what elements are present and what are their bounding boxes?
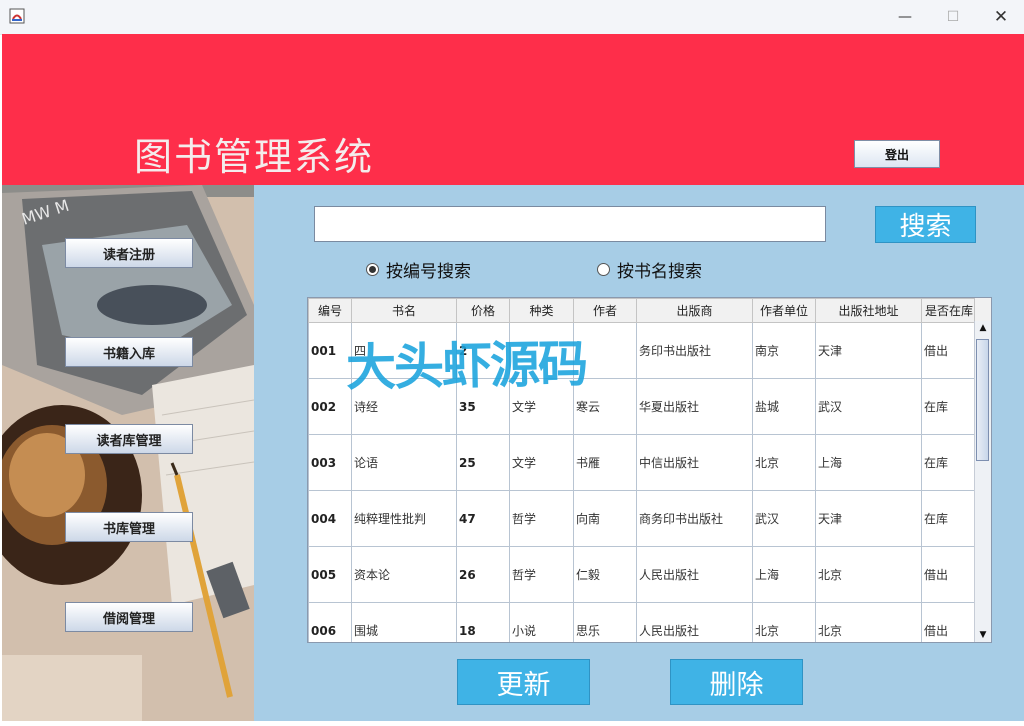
cell-id[interactable]: 003: [308, 434, 352, 491]
cell-publisher-address[interactable]: 武汉: [815, 378, 922, 435]
column-header[interactable]: 种类: [509, 298, 574, 323]
cell-publisher[interactable]: 商务印书出版社: [636, 490, 753, 547]
column-header[interactable]: 是否在库: [921, 298, 977, 323]
cell-in-stock[interactable]: 借出: [921, 602, 977, 642]
cell-price[interactable]: 2: [456, 322, 510, 379]
cell-publisher[interactable]: 华夏出版社: [636, 378, 753, 435]
table-header-corner: [974, 298, 991, 321]
radio-label: 按书名搜索: [617, 262, 702, 282]
radio-search-by-id[interactable]: 按编号搜索: [366, 257, 471, 282]
cell-title[interactable]: 纯粹理性批判: [351, 490, 457, 547]
cell-publisher[interactable]: 中信出版社: [636, 434, 753, 491]
cell-title[interactable]: 四: [351, 322, 457, 379]
cell-in-stock[interactable]: 在库: [921, 378, 977, 435]
scrollbar-thumb[interactable]: [976, 339, 989, 461]
cell-publisher-address[interactable]: 天津: [815, 322, 922, 379]
cell-id[interactable]: 004: [308, 490, 352, 547]
column-header[interactable]: 作者单位: [752, 298, 816, 323]
cell-price[interactable]: 18: [456, 602, 510, 642]
close-button[interactable]: ✕: [978, 0, 1024, 34]
cell-publisher-address[interactable]: 上海: [815, 434, 922, 491]
cell-category[interactable]: 哲学: [509, 490, 574, 547]
cell-title[interactable]: 诗经: [351, 378, 457, 435]
cell-title[interactable]: 资本论: [351, 546, 457, 603]
cell-publisher-address[interactable]: 北京: [815, 602, 922, 642]
cell-id[interactable]: 005: [308, 546, 352, 603]
minimize-button[interactable]: —: [882, 0, 928, 34]
cell-category[interactable]: 哲学: [509, 546, 574, 603]
sidebar-item-borrow-management[interactable]: 借阅管理: [65, 602, 193, 632]
radio-unselected-icon[interactable]: [597, 263, 610, 276]
update-button[interactable]: 更新: [457, 659, 590, 705]
cell-author-unit[interactable]: 上海: [752, 546, 816, 603]
cell-author[interactable]: 寒云: [573, 378, 637, 435]
cell-in-stock[interactable]: 借出: [921, 322, 977, 379]
books-table: 编号 书名 价格 种类 作者 出版商 作者单位 出版社地址 是否在库 001 四…: [307, 297, 992, 643]
cell-author-unit[interactable]: 北京: [752, 602, 816, 642]
cell-category[interactable]: 小说: [509, 602, 574, 642]
cell-author[interactable]: 书雁: [573, 434, 637, 491]
cell-publisher[interactable]: 人民出版社: [636, 546, 753, 603]
column-header[interactable]: 出版商: [636, 298, 753, 323]
app-title: 图书管理系统: [134, 135, 375, 179]
cell-author[interactable]: 向南: [573, 490, 637, 547]
table-row[interactable]: 001 四 2 务印书出版社 南京 天津 借出: [308, 322, 977, 379]
cell-category[interactable]: [509, 322, 574, 379]
cell-author-unit[interactable]: 南京: [752, 322, 816, 379]
table-row[interactable]: 004 纯粹理性批判 47 哲学 向南 商务印书出版社 武汉 天津 在库: [308, 490, 977, 547]
column-header[interactable]: 书名: [351, 298, 457, 323]
scroll-down-arrow-icon[interactable]: ▼: [975, 628, 991, 642]
cell-author[interactable]: 思乐: [573, 602, 637, 642]
table-row[interactable]: 003 论语 25 文学 书雁 中信出版社 北京 上海 在库: [308, 434, 977, 491]
cell-price[interactable]: 26: [456, 546, 510, 603]
column-header[interactable]: 编号: [308, 298, 352, 323]
cell-publisher-address[interactable]: 北京: [815, 546, 922, 603]
logout-button[interactable]: 登出: [854, 140, 940, 168]
cell-price[interactable]: 25: [456, 434, 510, 491]
column-header[interactable]: 作者: [573, 298, 637, 323]
cell-author-unit[interactable]: 盐城: [752, 378, 816, 435]
search-button[interactable]: 搜索: [875, 206, 976, 243]
cell-author-unit[interactable]: 北京: [752, 434, 816, 491]
cell-title[interactable]: 论语: [351, 434, 457, 491]
cell-category[interactable]: 文学: [509, 378, 574, 435]
table-row[interactable]: 002 诗经 35 文学 寒云 华夏出版社 盐城 武汉 在库: [308, 378, 977, 435]
cell-author[interactable]: [573, 322, 637, 379]
sidebar-item-book-stock-in[interactable]: 书籍入库: [65, 337, 193, 367]
cell-author-unit[interactable]: 武汉: [752, 490, 816, 547]
cell-price[interactable]: 47: [456, 490, 510, 547]
sidebar: MW M 读者注册 书籍入库 读者库管理 书库管理 借阅管理: [2, 185, 254, 721]
scroll-up-arrow-icon[interactable]: ▲: [975, 321, 991, 335]
radio-selected-icon[interactable]: [366, 263, 379, 276]
sidebar-item-reader-register[interactable]: 读者注册: [65, 238, 193, 268]
cell-author[interactable]: 仁毅: [573, 546, 637, 603]
table-row[interactable]: 005 资本论 26 哲学 仁毅 人民出版社 上海 北京 借出: [308, 546, 977, 603]
cell-price[interactable]: 35: [456, 378, 510, 435]
cell-in-stock[interactable]: 借出: [921, 546, 977, 603]
java-app-icon: [9, 8, 25, 24]
search-input[interactable]: [314, 206, 826, 242]
cell-in-stock[interactable]: 在库: [921, 490, 977, 547]
column-header[interactable]: 出版社地址: [815, 298, 922, 323]
cell-in-stock[interactable]: 在库: [921, 434, 977, 491]
sidebar-item-reader-management[interactable]: 读者库管理: [65, 424, 193, 454]
cell-id[interactable]: 001: [308, 322, 352, 379]
column-header[interactable]: 价格: [456, 298, 510, 323]
cell-publisher-address[interactable]: 天津: [815, 490, 922, 547]
cell-id[interactable]: 002: [308, 378, 352, 435]
delete-button[interactable]: 删除: [670, 659, 803, 705]
cell-category[interactable]: 文学: [509, 434, 574, 491]
table-header-row: 编号 书名 价格 种类 作者 出版商 作者单位 出版社地址 是否在库: [308, 298, 977, 323]
maximize-button[interactable]: ☐: [930, 0, 976, 34]
cell-title[interactable]: 围城: [351, 602, 457, 642]
window-titlebar: — ☐ ✕: [0, 0, 1024, 35]
table-scrollbar[interactable]: ▲ ▼: [974, 321, 991, 642]
table-row[interactable]: 006 围城 18 小说 思乐 人民出版社 北京 北京 借出: [308, 602, 977, 642]
cell-id[interactable]: 006: [308, 602, 352, 642]
cell-publisher[interactable]: 人民出版社: [636, 602, 753, 642]
sidebar-item-library-management[interactable]: 书库管理: [65, 512, 193, 542]
radio-search-by-title[interactable]: 按书名搜索: [597, 257, 702, 282]
radio-label: 按编号搜索: [386, 262, 471, 282]
cell-publisher[interactable]: 务印书出版社: [636, 322, 753, 379]
